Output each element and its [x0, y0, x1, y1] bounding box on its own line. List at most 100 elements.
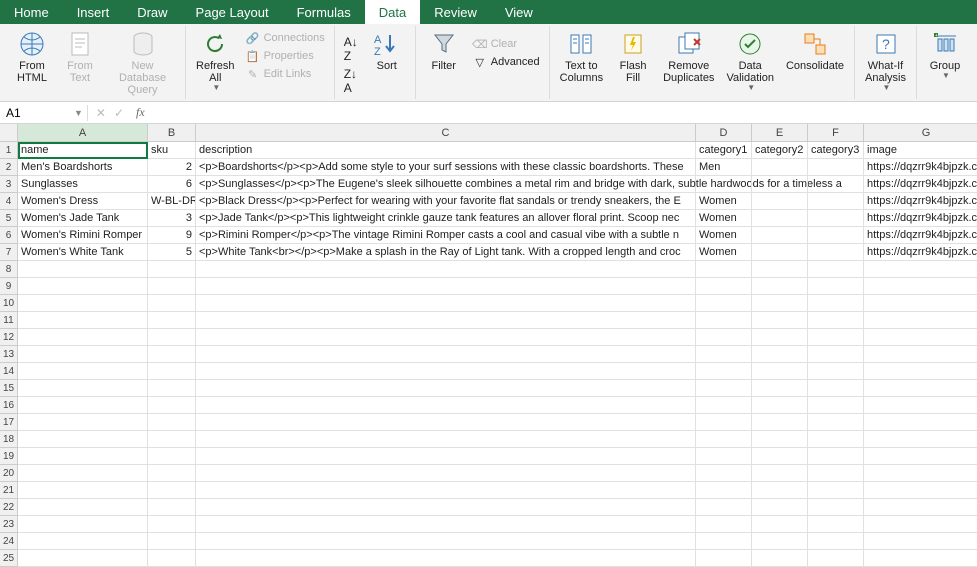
row-header[interactable]: 15 [0, 380, 18, 397]
cell[interactable]: https://dqzrr9k4bjpzk.clo [864, 176, 977, 193]
cell[interactable] [696, 363, 752, 380]
cell[interactable] [864, 516, 977, 533]
row-header[interactable]: 11 [0, 312, 18, 329]
cell[interactable] [696, 261, 752, 278]
cell[interactable] [696, 295, 752, 312]
remove-duplicates-button[interactable]: RemoveDuplicates [659, 28, 718, 86]
cell[interactable] [696, 550, 752, 567]
cell[interactable] [864, 278, 977, 295]
row-header[interactable]: 9 [0, 278, 18, 295]
cell[interactable] [148, 312, 196, 329]
cell[interactable] [18, 278, 148, 295]
consolidate-button[interactable]: Consolidate [782, 28, 848, 74]
tab-review[interactable]: Review [420, 0, 491, 24]
cell[interactable] [196, 414, 696, 431]
cell[interactable] [808, 465, 864, 482]
cell[interactable] [864, 465, 977, 482]
cell[interactable] [18, 380, 148, 397]
cell[interactable] [18, 516, 148, 533]
cell[interactable] [148, 329, 196, 346]
col-header-G[interactable]: G [864, 124, 977, 142]
cell[interactable] [148, 414, 196, 431]
filter-button[interactable]: Filter [422, 28, 466, 74]
formula-input[interactable] [149, 103, 977, 123]
cell[interactable] [18, 482, 148, 499]
cell[interactable] [752, 516, 808, 533]
cell[interactable]: W-BL-DR [148, 193, 196, 210]
what-if-button[interactable]: ? What-IfAnalysis▼ [861, 28, 910, 95]
cell[interactable] [752, 414, 808, 431]
cell[interactable] [18, 465, 148, 482]
cell[interactable] [696, 482, 752, 499]
cell[interactable]: <p>Rimini Romper</p><p>The vintage Rimin… [196, 227, 696, 244]
row-header[interactable]: 4 [0, 193, 18, 210]
cell[interactable] [696, 499, 752, 516]
cell[interactable] [196, 397, 696, 414]
cell[interactable] [864, 329, 977, 346]
row-header[interactable]: 12 [0, 329, 18, 346]
tab-view[interactable]: View [491, 0, 547, 24]
cell[interactable] [808, 550, 864, 567]
new-db-query-button[interactable]: New DatabaseQuery [106, 28, 179, 98]
row-header[interactable]: 25 [0, 550, 18, 567]
cell[interactable] [808, 482, 864, 499]
cell[interactable] [148, 550, 196, 567]
cell[interactable]: 6 [148, 176, 196, 193]
col-header-E[interactable]: E [752, 124, 808, 142]
cell[interactable] [196, 482, 696, 499]
row-header[interactable]: 23 [0, 516, 18, 533]
row-header[interactable]: 20 [0, 465, 18, 482]
cell[interactable] [18, 533, 148, 550]
cell[interactable] [18, 261, 148, 278]
cell[interactable] [148, 278, 196, 295]
cell[interactable]: <p>Sunglasses</p><p>The Eugene's sleek s… [196, 176, 696, 193]
sort-button[interactable]: AZ Sort [365, 28, 409, 74]
cell[interactable] [148, 482, 196, 499]
cell[interactable]: description [196, 142, 696, 159]
properties-button[interactable]: 📋Properties [243, 48, 328, 64]
row-header[interactable]: 18 [0, 431, 18, 448]
row-header[interactable]: 17 [0, 414, 18, 431]
col-header-F[interactable]: F [808, 124, 864, 142]
row-header[interactable]: 8 [0, 261, 18, 278]
cell[interactable] [696, 312, 752, 329]
cell[interactable]: Women [696, 210, 752, 227]
sort-asc-button[interactable]: A↓Z [341, 34, 361, 64]
cell[interactable]: 3 [148, 210, 196, 227]
cell[interactable]: https://dqzrr9k4bjpzk.clo [864, 227, 977, 244]
cell[interactable]: https://dqzrr9k4bjpzk.clo [864, 193, 977, 210]
cell[interactable] [18, 329, 148, 346]
cell[interactable]: Men [696, 159, 752, 176]
cell[interactable] [148, 516, 196, 533]
cell[interactable] [808, 516, 864, 533]
cell[interactable] [808, 414, 864, 431]
cell[interactable] [196, 499, 696, 516]
from-html-button[interactable]: FromHTML [10, 28, 54, 86]
cell[interactable] [148, 380, 196, 397]
cell[interactable] [148, 397, 196, 414]
cell[interactable] [752, 159, 808, 176]
cell[interactable] [196, 278, 696, 295]
cell[interactable] [196, 346, 696, 363]
cell[interactable] [18, 550, 148, 567]
sort-desc-button[interactable]: Z↓A [341, 66, 361, 96]
cell[interactable] [752, 227, 808, 244]
tab-home[interactable]: Home [0, 0, 63, 24]
cell[interactable] [752, 448, 808, 465]
cell[interactable]: https://dqzrr9k4bjpzk.clo [864, 244, 977, 261]
from-text-button[interactable]: FromText [58, 28, 102, 86]
cell[interactable] [18, 414, 148, 431]
cell[interactable] [696, 431, 752, 448]
cell[interactable] [864, 261, 977, 278]
data-validation-button[interactable]: DataValidation▼ [722, 28, 778, 95]
row-header[interactable]: 2 [0, 159, 18, 176]
col-header-A[interactable]: A [18, 124, 148, 142]
cell[interactable]: Men's Boardshorts [18, 159, 148, 176]
row-header[interactable]: 19 [0, 448, 18, 465]
cell[interactable] [18, 499, 148, 516]
cell[interactable] [864, 380, 977, 397]
cell[interactable] [696, 397, 752, 414]
cell[interactable] [752, 397, 808, 414]
cell[interactable] [808, 278, 864, 295]
cell[interactable] [808, 431, 864, 448]
